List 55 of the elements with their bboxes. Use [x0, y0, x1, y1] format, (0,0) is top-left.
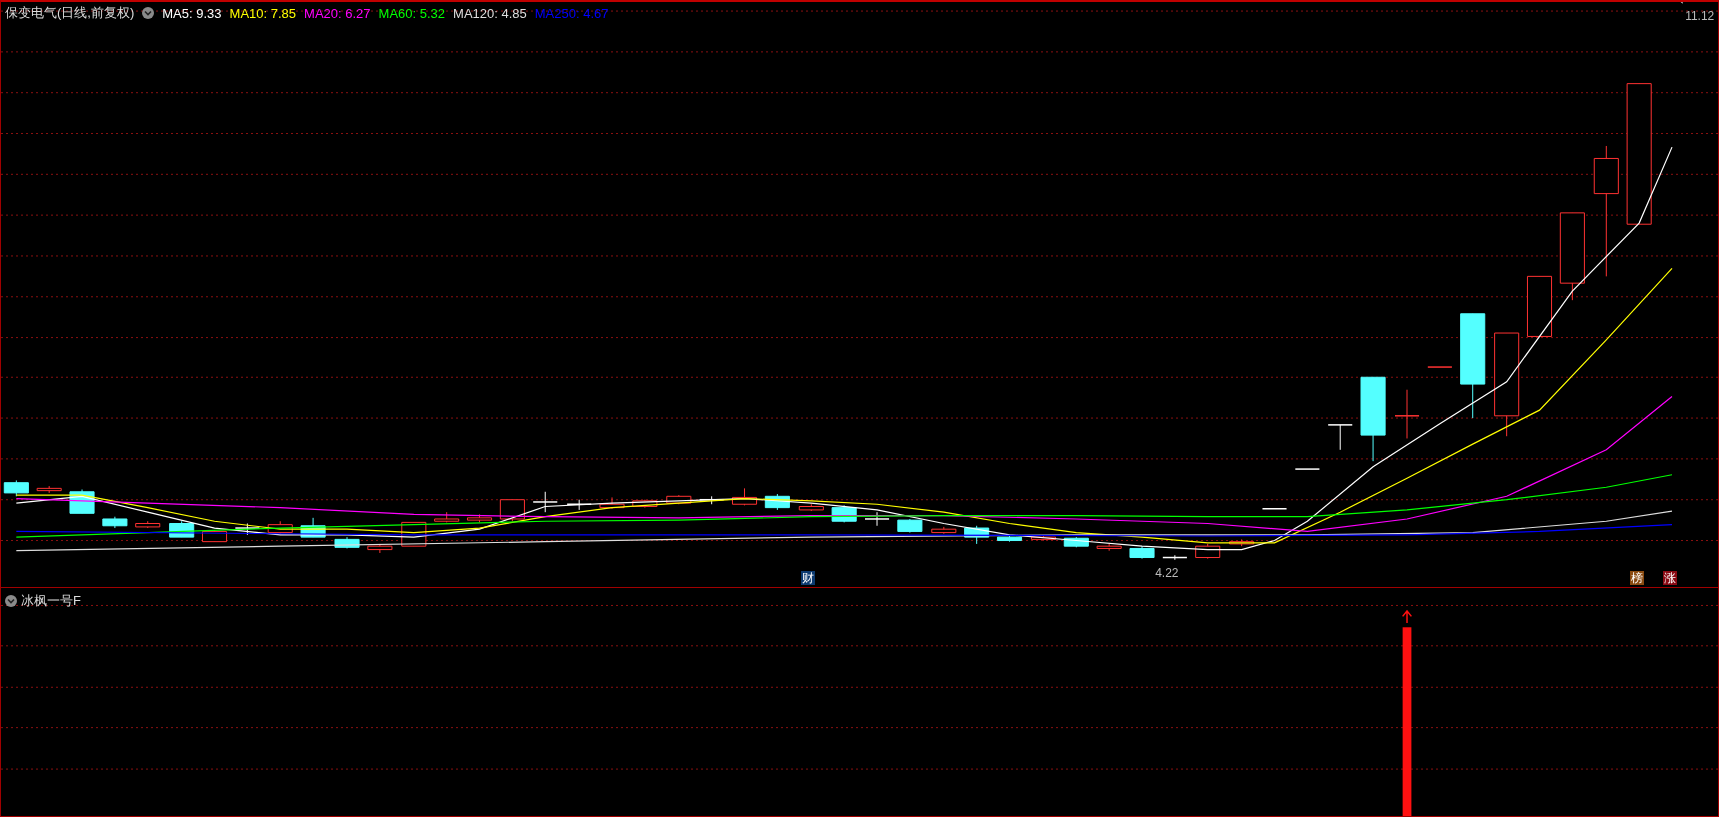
- candlestick: [864, 511, 890, 527]
- candlestick: [1162, 554, 1188, 561]
- candlestick: [1394, 389, 1420, 439]
- candlestick: [996, 535, 1023, 543]
- candlestick: [1526, 275, 1553, 337]
- candlestick: [1096, 543, 1122, 552]
- candlestick: [367, 543, 393, 554]
- candlestick: [1261, 508, 1288, 510]
- high-price-label: 11.12: [1685, 8, 1715, 23]
- event-tag[interactable]: 财: [801, 570, 816, 585]
- candlestick: [467, 513, 493, 523]
- candlestick: [1229, 538, 1255, 547]
- candlestick: [1427, 366, 1453, 368]
- candlestick: [599, 496, 625, 510]
- candlestick: [732, 487, 758, 506]
- candlestick: [102, 516, 128, 529]
- moving-average-label: MA60: 5.32: [378, 5, 446, 21]
- candlestick: [234, 523, 261, 536]
- candlestick: [1294, 468, 1321, 470]
- candlestick: [666, 494, 692, 505]
- up-arrow-icon: [1401, 609, 1413, 624]
- event-tag[interactable]: 榜: [1629, 570, 1644, 585]
- candlestick: [931, 526, 957, 535]
- candlestick: [798, 503, 824, 512]
- event-tag[interactable]: 涨: [1662, 570, 1677, 585]
- moving-average-label: MA250: 4.67: [534, 5, 609, 21]
- candlestick: [1030, 535, 1056, 541]
- candlestick: [897, 518, 923, 534]
- moving-average-label: MA20: 6.27: [304, 5, 371, 21]
- dropdown-icon[interactable]: [142, 7, 155, 19]
- candlestick: [267, 520, 293, 535]
- candlestick: [532, 491, 558, 513]
- candlestick: [566, 499, 592, 511]
- candlestick: [434, 511, 460, 523]
- indicator-title: 冰枫一号F: [21, 592, 81, 610]
- candlestick: [202, 529, 228, 543]
- candlestick: [36, 485, 62, 494]
- candlestick: [1195, 543, 1221, 560]
- candlestick: [764, 493, 790, 511]
- moving-average-label: MA5: 9.33: [162, 5, 222, 21]
- candlestick: [1327, 424, 1353, 451]
- candlestick: [964, 525, 990, 545]
- moving-average-label: MA10: 7.85: [229, 5, 297, 21]
- dropdown-icon[interactable]: [5, 595, 17, 607]
- candlestick: [135, 520, 161, 529]
- candlestick: [1129, 545, 1155, 560]
- moving-average-label: MA120: 4.85: [453, 5, 527, 21]
- candlestick: [632, 499, 658, 509]
- candlestick: [3, 479, 29, 497]
- candlestick: [334, 536, 360, 549]
- low-price-label: 4.22: [1155, 566, 1179, 581]
- candlestick: [499, 499, 525, 522]
- stock-title: 保变电气(日线,前复权): [5, 4, 135, 22]
- candlestick: [1063, 536, 1089, 548]
- candlestick: [300, 517, 326, 538]
